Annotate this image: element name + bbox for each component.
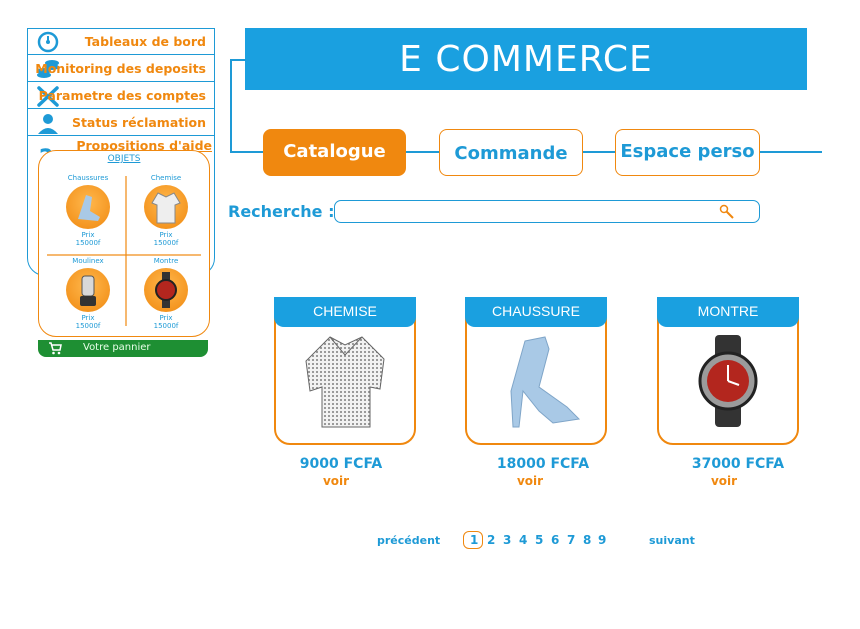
search-input[interactable] [334, 200, 760, 223]
product-price: 9000 FCFA [299, 456, 383, 472]
cart-item[interactable]: Chemise Prix 15000f [127, 174, 205, 252]
blender-icon [66, 268, 110, 312]
cart-item-price: 15000f [153, 322, 179, 330]
product-card[interactable]: CHAUSSURE [465, 297, 607, 445]
page-link[interactable]: 5 [535, 533, 543, 547]
connector-line [406, 151, 440, 153]
product-name: MONTRE [657, 297, 799, 327]
product-name: CHEMISE [274, 297, 416, 327]
cart-item-name: Montre [153, 257, 179, 265]
watch-icon [144, 268, 188, 312]
prev-page-link[interactable]: précédent [377, 534, 440, 547]
view-product-link[interactable]: voir [450, 474, 610, 488]
dashboard-icon [37, 31, 59, 53]
tab-commande[interactable]: Commande [439, 129, 583, 176]
cart-item-name: Chemise [150, 174, 182, 182]
connector-line [760, 151, 822, 153]
cart-divider [47, 254, 201, 256]
cart-button-label: Votre pannier [83, 342, 151, 353]
page-link[interactable]: 9 [598, 533, 606, 547]
product-price: 37000 FCFA [691, 456, 785, 472]
sidebar-item-label: Parametre des comptes [38, 88, 206, 103]
page-title: E COMMERCE [399, 39, 653, 80]
page-link[interactable]: 6 [551, 533, 559, 547]
sidebar-item-label: Status réclamation [71, 115, 206, 130]
page-link[interactable]: 4 [519, 533, 527, 547]
cart-item-price-label: Prix [81, 231, 95, 239]
page-link[interactable]: 7 [567, 533, 575, 547]
cart-item-price: 15000f [153, 239, 179, 247]
shirt-icon [305, 336, 385, 428]
page-link[interactable]: 2 [487, 533, 495, 547]
sidebar-item-label: Tableaux de bord [84, 34, 206, 49]
search-icon[interactable] [719, 204, 735, 220]
tab-espace-perso[interactable]: Espace perso [615, 129, 760, 176]
cart-item-name: Moulinex [72, 257, 104, 265]
product-price: 18000 FCFA [496, 456, 590, 472]
cart-icon [49, 342, 62, 355]
cart-item[interactable]: Moulinex Prix 15000f [49, 257, 127, 335]
cart-button[interactable]: Votre pannier [38, 340, 208, 357]
cart-item-price-label: Prix [159, 314, 173, 322]
connector-line [230, 151, 264, 153]
product-card[interactable]: MONTRE [657, 297, 799, 445]
page-header: E COMMERCE [245, 28, 807, 90]
tab-catalogue[interactable]: Catalogue [263, 129, 406, 176]
sidebar-item-accounts[interactable]: Parametre des comptes [28, 83, 214, 109]
product-card[interactable]: CHEMISE [274, 297, 416, 445]
sidebar-item-complaints[interactable]: Status réclamation [28, 110, 214, 136]
next-page-link[interactable]: suivant [649, 534, 695, 547]
watch-icon [698, 335, 758, 427]
view-product-link[interactable]: voir [644, 474, 804, 488]
cart-item-price: 15000f [75, 322, 101, 330]
cart-popup: OBJETS Chaussures Prix 15000f Chemise Pr… [38, 150, 210, 337]
cart-item-price-label: Prix [159, 231, 173, 239]
shirt-icon [144, 185, 188, 229]
page-link[interactable]: 3 [503, 533, 511, 547]
cart-item[interactable]: Chaussures Prix 15000f [49, 174, 127, 252]
cart-item[interactable]: Montre Prix 15000f [127, 257, 205, 335]
sidebar-item-deposits[interactable]: Monitoring des deposits [28, 56, 214, 82]
page-link[interactable]: 1 [470, 533, 478, 547]
search-label: Recherche : [228, 202, 335, 221]
connector-line [582, 151, 616, 153]
shoe-icon [510, 336, 581, 428]
connector-line [230, 59, 232, 153]
sidebar-item-label: Monitoring des deposits [35, 61, 206, 76]
cart-title: OBJETS [107, 154, 141, 164]
cart-item-price-label: Prix [81, 314, 95, 322]
page-link[interactable]: 8 [583, 533, 591, 547]
sidebar-item-dashboard[interactable]: Tableaux de bord [28, 29, 214, 55]
support-agent-icon [38, 114, 58, 134]
product-name: CHAUSSURE [465, 297, 607, 327]
shoe-icon [66, 185, 110, 229]
connector-line [230, 59, 246, 61]
view-product-link[interactable]: voir [256, 474, 416, 488]
cart-item-name: Chaussures [67, 174, 109, 182]
cart-item-price: 15000f [75, 239, 101, 247]
